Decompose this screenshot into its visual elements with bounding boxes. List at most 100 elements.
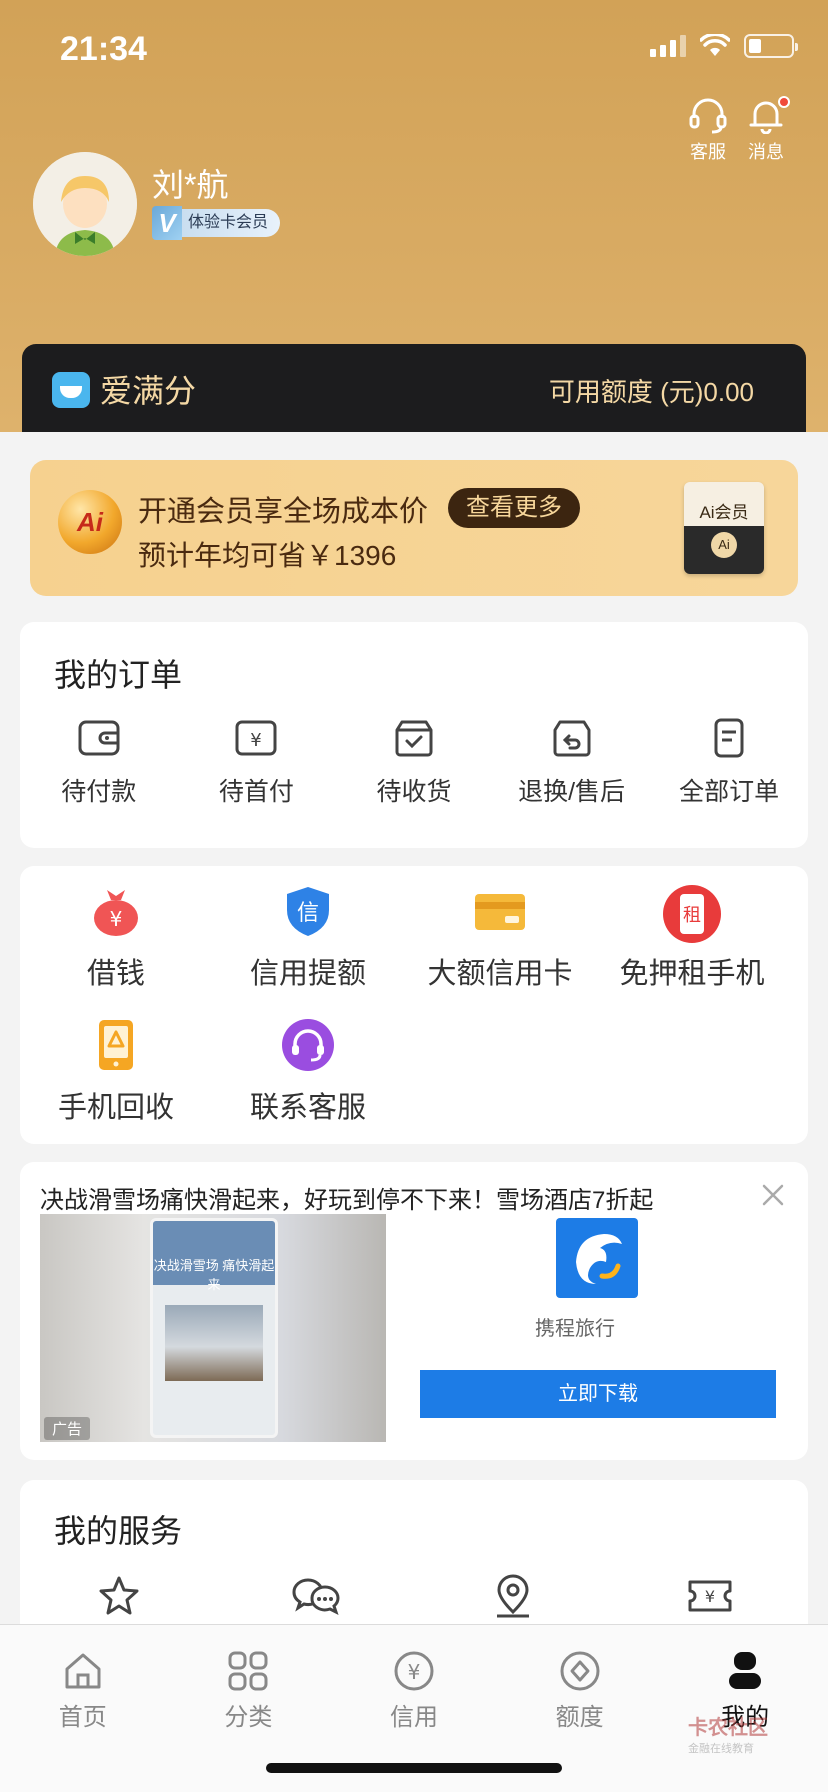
return-icon xyxy=(553,720,591,757)
watermark: 卡农社区 金融在线教育 xyxy=(688,1711,768,1756)
credit-icon: ¥ xyxy=(394,1651,434,1691)
tool-phone-recycle-label: 手机回收 xyxy=(57,1092,174,1124)
customer-service-label: 客服 xyxy=(690,142,726,162)
credit-limit-amount: 可用额度 (元)0.00 xyxy=(548,377,754,407)
avatar[interactable] xyxy=(33,152,137,256)
ad-tag: 广告 xyxy=(44,1417,91,1440)
order-all[interactable]: 全部订单 xyxy=(650,718,808,808)
ad-image-caption: 决战滑雪场 痛快滑起来 xyxy=(153,1258,275,1292)
tool-rent-phone-label: 免押租手机 xyxy=(619,958,765,990)
yuan-receipt-icon: ¥ xyxy=(235,720,277,756)
tool-phone-recycle[interactable]: 手机回收 xyxy=(20,1018,212,1126)
order-pending-receipt[interactable]: 待收货 xyxy=(335,718,493,808)
ai-member-card-chip: Ai xyxy=(711,532,737,558)
svg-text:¥: ¥ xyxy=(408,1660,421,1684)
tab-category-label: 分类 xyxy=(224,1704,273,1731)
credit-limit-title: 爱满分 xyxy=(100,373,197,409)
download-button[interactable]: 立即下载 xyxy=(420,1370,776,1418)
order-pending-down-payment-label: 待首付 xyxy=(218,778,294,806)
watermark-subtitle: 金融在线教育 xyxy=(688,1743,754,1755)
vip-headline: 开通会员享全场成本价 xyxy=(138,496,429,528)
orders-title: 我的订单 xyxy=(54,657,183,693)
services-title: 我的服务 xyxy=(54,1513,183,1549)
category-icon xyxy=(228,1651,268,1691)
tool-credit-raise[interactable]: 信 信用提额 xyxy=(212,884,404,992)
home-indicator xyxy=(266,1763,562,1773)
messages-label: 消息 xyxy=(748,142,784,162)
member-badge-label: 体验卡会员 xyxy=(182,209,281,237)
headset-icon xyxy=(281,1018,335,1072)
home-icon xyxy=(65,1653,101,1689)
service-address[interactable] xyxy=(414,1574,611,1618)
tab-home-label: 首页 xyxy=(58,1704,107,1731)
tools-grid: ¥ 借钱 信 信用提额 大额信用卡 租 免押租手机 手机回收 联系客服 xyxy=(20,884,808,1126)
watermark-title: 卡农社区 xyxy=(688,1717,768,1739)
ad-card[interactable]: 决战滑雪场痛快滑起来，好玩到停不下来！雪场酒店7折起 决战滑雪场 痛快滑起来 广… xyxy=(20,1162,808,1460)
wallet-icon xyxy=(78,720,120,756)
location-icon xyxy=(496,1574,529,1618)
money-bag-icon: ¥ xyxy=(89,884,143,938)
vip-banner[interactable]: Ai 开通会员享全场成本价 查看更多 预计年均可省￥1396 Ai会员 Ai xyxy=(30,460,798,596)
services-row: ¥ xyxy=(20,1574,808,1618)
order-pending-receipt-label: 待收货 xyxy=(376,778,452,806)
vip-v-icon: V xyxy=(152,206,182,240)
service-coupons[interactable]: ¥ xyxy=(611,1574,808,1618)
messages-button[interactable]: 消息 xyxy=(736,96,796,164)
order-returns[interactable]: 退换/售后 xyxy=(493,718,651,808)
order-pending-down-payment[interactable]: ¥ 待首付 xyxy=(178,718,336,808)
svg-text:¥: ¥ xyxy=(704,1587,714,1606)
customer-service-button[interactable]: 客服 xyxy=(678,98,738,164)
box-check-icon xyxy=(395,720,433,757)
tab-quota[interactable]: 额度 xyxy=(497,1649,663,1732)
service-favorites[interactable] xyxy=(20,1574,217,1618)
quota-icon xyxy=(560,1651,600,1691)
profile-header: 21:34 客服 消息 刘*航 V 体验卡会员 爱满分 可用额度 (元)0.00 xyxy=(0,0,828,432)
order-pending-payment-label: 待付款 xyxy=(61,778,137,806)
ad-app-name: 携程旅行 xyxy=(535,1318,615,1340)
tab-category[interactable]: 分类 xyxy=(166,1649,332,1732)
credit-limit-bar[interactable]: 爱满分 可用额度 (元)0.00 xyxy=(22,344,806,432)
tool-borrow[interactable]: ¥ 借钱 xyxy=(20,884,212,992)
tab-credit[interactable]: ¥ 信用 xyxy=(331,1649,497,1732)
tool-credit-raise-label: 信用提额 xyxy=(249,958,366,990)
star-icon xyxy=(99,1576,138,1615)
document-icon xyxy=(714,718,744,758)
ai-member-card-icon: Ai会员 Ai xyxy=(684,482,764,574)
username: 刘*航 xyxy=(152,167,229,203)
money-bag-glyph: ¥ xyxy=(110,907,123,931)
vip-savings: 预计年均可省￥1396 xyxy=(138,540,397,571)
status-time: 21:34 xyxy=(60,30,147,68)
tool-contact-service-label: 联系客服 xyxy=(249,1092,366,1124)
tab-credit-label: 信用 xyxy=(389,1704,438,1731)
notification-dot xyxy=(778,96,790,108)
tool-rent-phone[interactable]: 租 免押租手机 xyxy=(596,884,788,992)
close-icon[interactable] xyxy=(760,1182,786,1208)
credit-card-icon xyxy=(473,884,527,938)
tool-credit-card[interactable]: 大额信用卡 xyxy=(404,884,596,992)
credit-shield-icon: 信 xyxy=(281,884,335,938)
ticket-icon: ¥ xyxy=(688,1580,731,1612)
signal-icon xyxy=(650,35,686,57)
ai-member-card-label: Ai会员 xyxy=(699,503,749,522)
tab-bar: 首页 分类 ¥ 信用 额度 我的 卡农社区 金融在线教育 xyxy=(0,1624,828,1792)
tools-card: ¥ 借钱 信 信用提额 大额信用卡 租 免押租手机 手机回收 联系客服 xyxy=(20,866,808,1144)
tool-contact-service[interactable]: 联系客服 xyxy=(212,1018,404,1126)
vip-more-button[interactable]: 查看更多 xyxy=(448,488,580,528)
ad-title: 决战滑雪场痛快滑起来，好玩到停不下来！雪场酒店7折起 xyxy=(40,1187,654,1214)
battery-icon xyxy=(744,34,798,58)
tab-home[interactable]: 首页 xyxy=(0,1649,166,1732)
member-badge[interactable]: V 体验卡会员 xyxy=(152,206,281,240)
ai-badge-icon: Ai xyxy=(58,490,122,554)
orders-card: 我的订单 待付款 ¥ 待首付 待收货 退换/售后 全部订单 xyxy=(20,622,808,848)
ctrip-logo-icon xyxy=(556,1218,638,1298)
status-icons xyxy=(650,34,798,58)
chat-icon xyxy=(291,1578,340,1615)
tab-quota-label: 额度 xyxy=(555,1704,604,1731)
credit-shield-glyph: 信 xyxy=(297,901,319,926)
headset-icon xyxy=(689,98,727,134)
order-pending-payment[interactable]: 待付款 xyxy=(20,718,178,808)
service-chat[interactable] xyxy=(217,1574,414,1618)
tool-borrow-label: 借钱 xyxy=(86,958,145,990)
tool-credit-card-label: 大额信用卡 xyxy=(427,958,573,990)
order-returns-label: 退换/售后 xyxy=(518,778,626,806)
